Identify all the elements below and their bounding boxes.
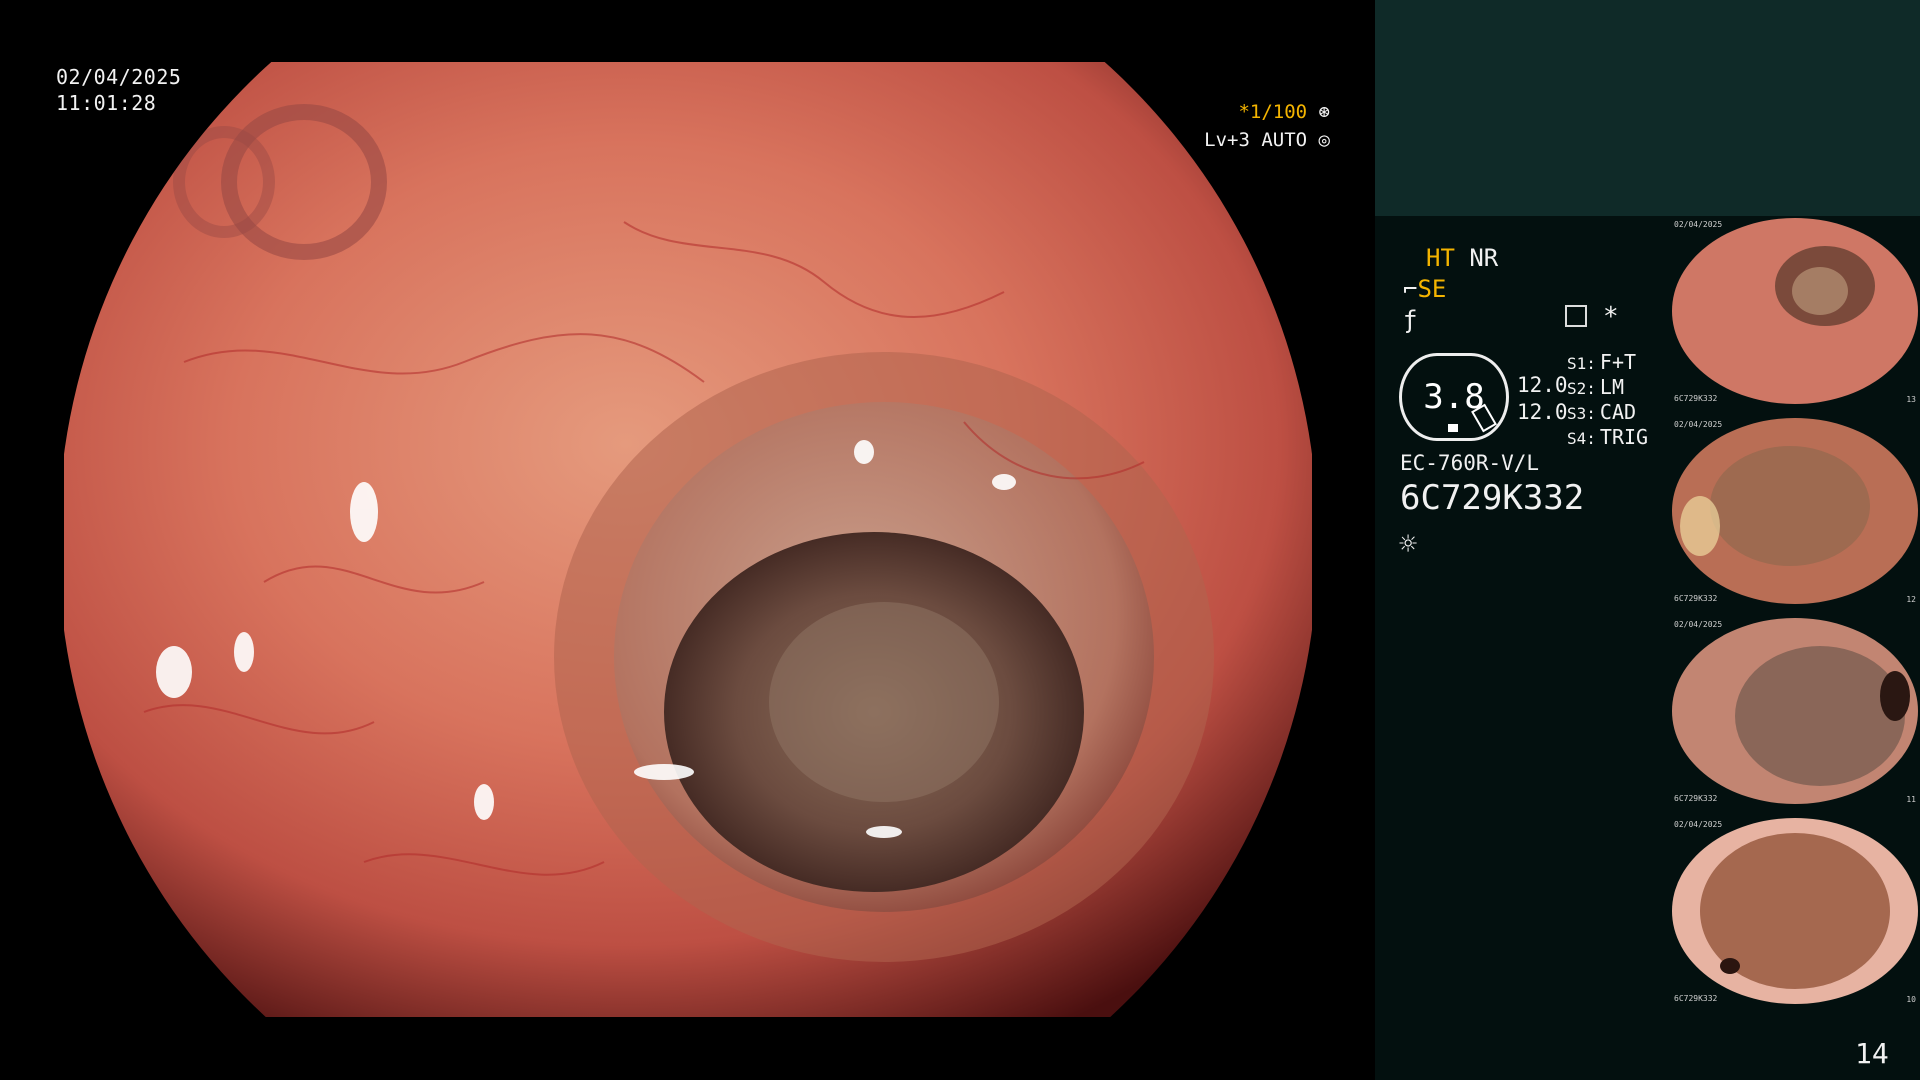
aperture-icon: ⊛ [1318,101,1330,123]
gear-icon: ◎ [1318,129,1330,151]
gain-value-2: 12.0 [1517,400,1568,424]
shutter-text: *1/100 [1238,101,1308,123]
thumbnail[interactable]: 02/04/2025 6C729K332 13 [1670,216,1920,406]
thumbnail[interactable]: 02/04/2025 6C729K332 11 [1670,616,1920,806]
endoscopy-svg [64,62,1312,1017]
scope-model: EC-760R-V/L [1400,451,1540,475]
date-text: 02/04/2025 [56,65,182,89]
enhance-icon: ⌐ [1403,275,1418,303]
thumbnail[interactable]: 02/04/2025 6C729K332 12 [1670,416,1920,606]
settings-icon [1565,305,1587,327]
zoom-dot-icon [1448,424,1458,432]
level-row: Lv+3 AUTO ◎ [1190,126,1330,154]
thumbnail-image [1672,418,1918,604]
setting-item: S4: TRIG [1567,425,1649,449]
endoscopy-image [64,62,1312,1017]
setting-item: S2: LM [1567,375,1624,399]
endoscope-view-panel: 02/04/2025 11:01:28 *1/100 ⊛ Lv+3 AUTO ◎ [0,0,1375,1080]
thumbnail-image [1672,218,1918,404]
mode-primary: HT [1426,244,1455,272]
mode-secondary: NR [1469,244,1499,272]
exposure-readout: *1/100 ⊛ Lv+3 AUTO ◎ [1190,98,1330,154]
time-text: 11:01:28 [56,91,157,115]
mode-row: HT NR [1426,243,1498,273]
scope-serial: 6C729K332 [1400,478,1585,518]
setting-item: S3: CAD [1567,400,1637,424]
zoom-badge: 3.8 [1399,353,1509,441]
date-time-readout: 02/04/2025 11:01:28 [56,64,181,116]
shutter-row: *1/100 ⊛ [1190,98,1330,126]
gain-value-1: 12.0 [1517,373,1568,397]
page-number: 14 [1855,1037,1889,1070]
mode-se: SE [1417,275,1447,303]
pen-icon [1471,403,1497,433]
sun-icon: ☼ [1399,527,1418,562]
thumbnail-image [1672,618,1918,804]
thumbnail-image [1672,818,1918,1004]
sidebar: HT NR ⌐SE ƒ * 3.8 12.0 12.0 S1: F+T S2: LM… [1375,0,1920,1080]
asterisk-icon: * [1603,302,1619,332]
setting-item: S1: F+T [1567,350,1637,374]
level-text: Lv+3 AUTO [1204,129,1308,151]
function-icon: ƒ [1403,306,1418,334]
thumbnail[interactable]: 02/04/2025 6C729K332 10 [1670,816,1920,1006]
se-row: ⌐SE [1403,274,1446,304]
sidebar-header [1375,0,1920,216]
